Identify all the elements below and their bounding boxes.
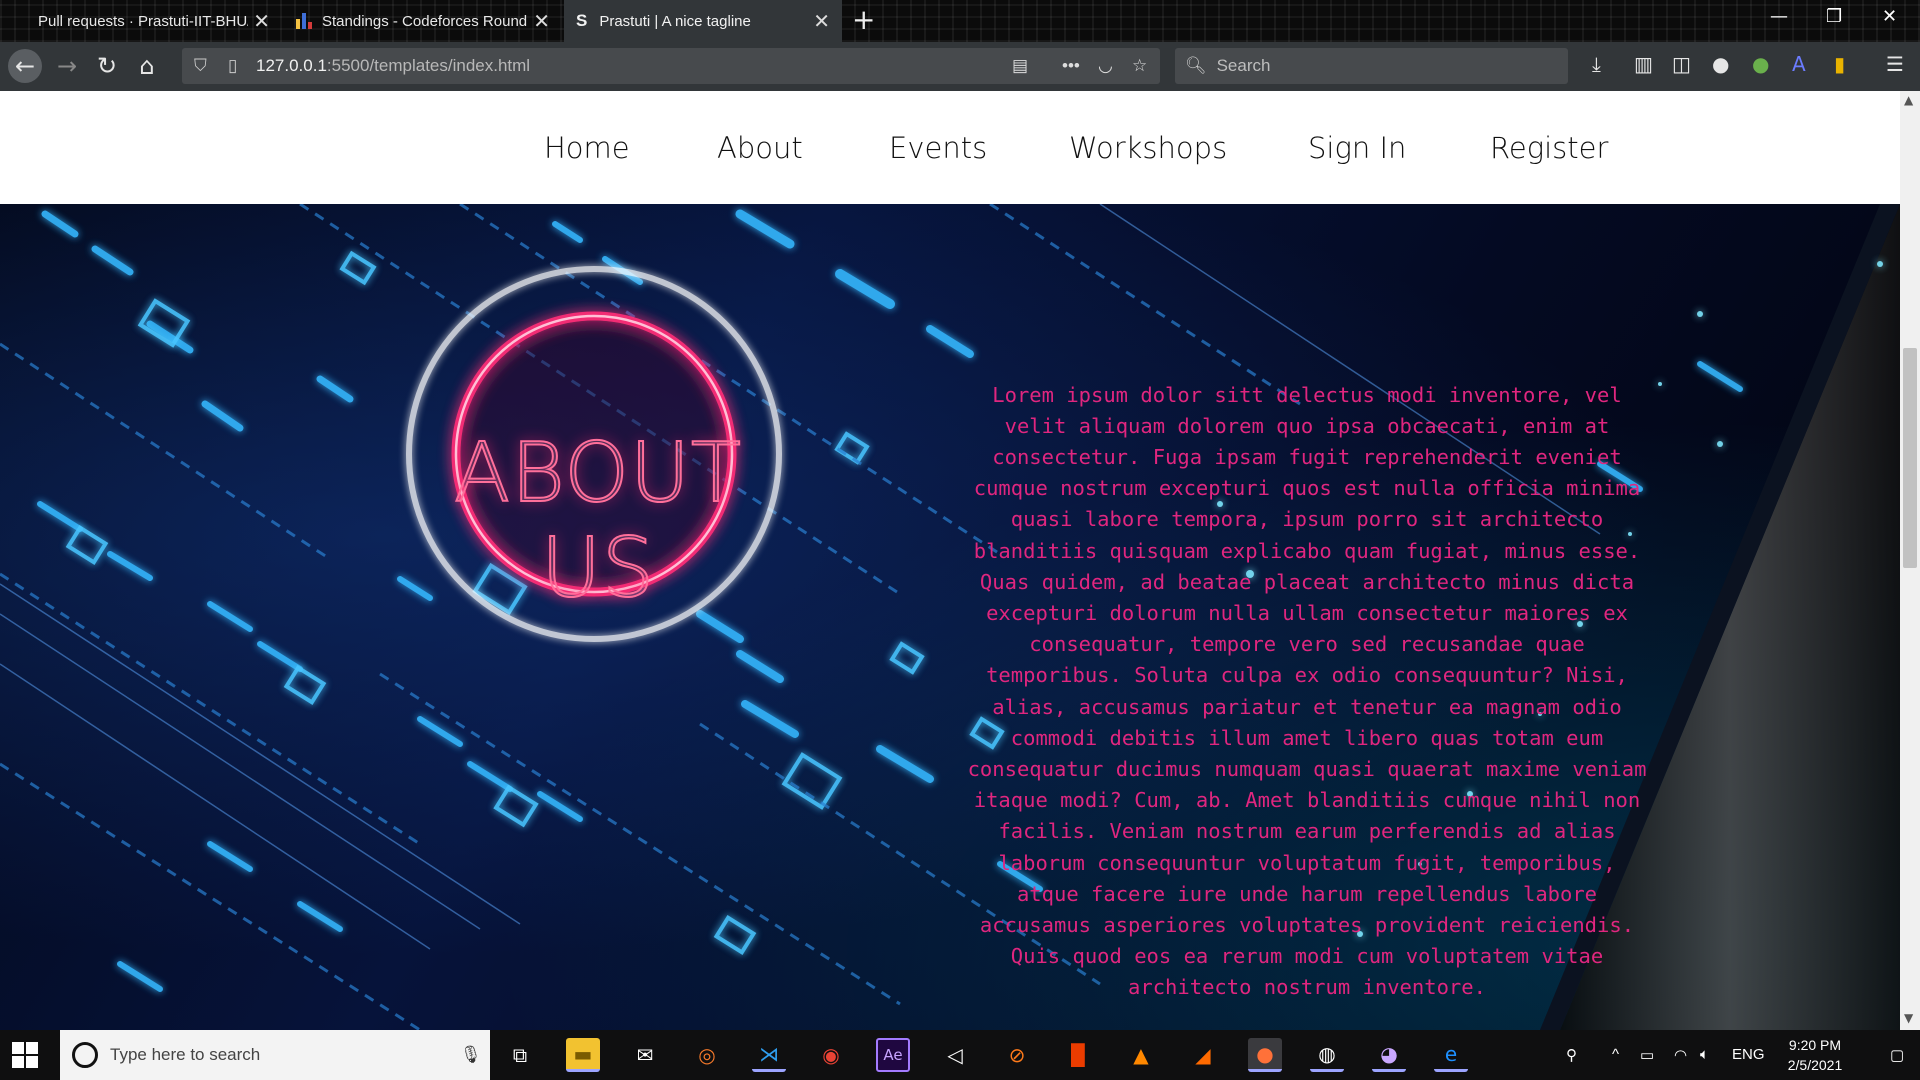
battery-icon[interactable]: ▭ xyxy=(1640,1046,1654,1064)
reader-view-icon[interactable]: ▤ xyxy=(1012,56,1028,76)
about-paragraph: Lorem ipsum dolor sitt delectus modi inv… xyxy=(967,382,1647,1000)
postman-icon[interactable]: ⊘ xyxy=(1000,1038,1034,1072)
blender-icon[interactable]: ◎ xyxy=(690,1038,724,1072)
taskbar-clock[interactable]: 9:20 PM 2/5/2021 xyxy=(1770,1035,1860,1075)
account-icon[interactable]: ● xyxy=(1712,52,1729,76)
library-icon[interactable]: ▥ xyxy=(1634,52,1653,76)
language-indicator[interactable]: ENG xyxy=(1732,1046,1765,1063)
codeforces-favicon-icon xyxy=(296,13,312,29)
mail-icon[interactable]: ✉ xyxy=(628,1038,662,1072)
restore-icon[interactable]: ❐ xyxy=(1826,6,1842,27)
site-header: Home About Events Workshops Sign In Regi… xyxy=(0,91,1900,204)
prastuti-favicon-icon: S xyxy=(576,11,588,30)
nav-home-link[interactable]: Home xyxy=(544,131,630,165)
vlc-icon[interactable]: ▲ xyxy=(1124,1038,1158,1072)
scroll-up-arrow-icon[interactable]: ▲ xyxy=(1904,93,1913,107)
vscode-icon[interactable]: ⋊ xyxy=(752,1038,786,1072)
close-icon[interactable]: ✕ xyxy=(813,9,830,34)
close-icon[interactable]: ✕ xyxy=(533,9,550,34)
tab-prastuti[interactable]: S Prastuti | A nice tagline ✕ xyxy=(564,0,842,42)
nav-events-link[interactable]: Events xyxy=(889,131,987,165)
scrollbar-thumb[interactable] xyxy=(1903,348,1917,568)
close-icon[interactable]: ✕ xyxy=(253,9,270,34)
url-path: :5500/templates/index.html xyxy=(326,56,531,75)
unity-icon[interactable]: ◁ xyxy=(938,1038,972,1072)
taskbar-search-input[interactable]: Type here to search 🎙︎ xyxy=(60,1030,490,1080)
about-section: ABOUT US Lorem ipsum dolor sitt delectus… xyxy=(0,204,1900,1030)
tab-pull-requests[interactable]: Pull requests · Prastuti-IIT-BHU/ ✕ xyxy=(26,0,282,42)
web-page: Home About Events Workshops Sign In Regi… xyxy=(0,91,1900,1030)
tab-title: Pull requests · Prastuti-IIT-BHU/ xyxy=(38,12,248,30)
browser-nav-bar: ← → ↻ ⌂ ⛉ ▯ 127.0.0.1:5500/templates/ind… xyxy=(0,42,1920,91)
tab-title: Prastuti | A nice tagline xyxy=(599,12,751,30)
nav-register-link[interactable]: Register xyxy=(1490,131,1608,165)
extension-icon[interactable]: ● xyxy=(1752,52,1769,76)
show-hidden-icons-chevron-icon[interactable]: ^ xyxy=(1612,1046,1619,1063)
file-explorer-icon[interactable]: ▬ xyxy=(566,1038,600,1072)
home-button[interactable]: ⌂ xyxy=(132,51,162,81)
wifi-icon[interactable]: ◠ xyxy=(1674,1046,1687,1064)
nav-workshops-link[interactable]: Workshops xyxy=(1069,131,1227,165)
edge-icon[interactable]: e xyxy=(1434,1038,1468,1072)
downloads-icon[interactable]: ⤓ xyxy=(1592,52,1601,76)
translate-icon[interactable]: A xyxy=(1792,52,1806,76)
people-icon[interactable]: ⚲ xyxy=(1566,1046,1577,1064)
task-view-icon[interactable]: ⧉ xyxy=(503,1038,537,1072)
forward-button[interactable]: → xyxy=(52,51,82,81)
after-effects-icon[interactable]: Ae xyxy=(876,1038,910,1072)
minimize-icon[interactable]: — xyxy=(1770,6,1788,27)
close-window-icon[interactable]: ✕ xyxy=(1882,6,1897,27)
windows-taskbar: Type here to search 🎙︎ ⧉ ▬ ✉ ◎ ⋊ ◉ Ae ◁ … xyxy=(0,1030,1920,1080)
more-actions-icon[interactable]: ••• xyxy=(1062,56,1080,76)
url-bar[interactable]: ⛉ ▯ 127.0.0.1:5500/templates/index.html … xyxy=(182,48,1160,84)
extension-flag-icon[interactable]: ▮ xyxy=(1834,52,1845,76)
nav-sign-in-link[interactable]: Sign In xyxy=(1308,131,1406,165)
back-button[interactable]: ← xyxy=(8,49,42,83)
volume-icon[interactable]: 🔈︎ xyxy=(1700,1046,1709,1063)
page-scrollbar[interactable]: ▲ ▼ xyxy=(1900,91,1920,1030)
pocket-icon[interactable]: ◡ xyxy=(1098,56,1113,76)
nav-about-link[interactable]: About xyxy=(717,131,803,165)
shield-icon: ⛉ xyxy=(194,56,207,75)
scroll-down-arrow-icon[interactable]: ▼ xyxy=(1904,1011,1913,1025)
windows-start-icon[interactable] xyxy=(12,1042,38,1068)
sidebar-icon[interactable]: ◫ xyxy=(1672,52,1691,76)
github-desktop-icon[interactable]: ◕ xyxy=(1372,1038,1406,1072)
matlab-icon[interactable]: ◢ xyxy=(1186,1038,1220,1072)
new-tab-button[interactable]: + xyxy=(852,6,875,34)
cortana-icon xyxy=(72,1042,98,1068)
clock-date: 2/5/2021 xyxy=(1787,1057,1843,1073)
firefox-icon[interactable]: ● xyxy=(1248,1038,1282,1072)
browser-tab-bar: Pull requests · Prastuti-IIT-BHU/ ✕ Stan… xyxy=(0,0,1920,42)
whatsapp-icon[interactable]: ◍ xyxy=(1310,1038,1344,1072)
search-placeholder: Search xyxy=(1216,56,1271,75)
notifications-icon[interactable]: ▢ xyxy=(1890,1046,1904,1064)
page-icon: ▯ xyxy=(228,56,238,75)
tab-title: Standings - Codeforces Round xyxy=(322,12,528,30)
microphone-icon[interactable]: 🎙︎ xyxy=(460,1045,482,1065)
search-input[interactable]: 🔍︎ Search xyxy=(1175,48,1568,84)
office-icon[interactable]: ▉ xyxy=(1062,1038,1096,1072)
clock-time: 9:20 PM xyxy=(1788,1037,1842,1053)
url-host: 127.0.0.1 xyxy=(256,56,327,75)
bookmark-star-icon[interactable]: ☆ xyxy=(1132,56,1147,76)
search-icon: 🔍︎ xyxy=(1185,56,1207,75)
menu-icon[interactable]: ☰ xyxy=(1886,52,1904,76)
reload-button[interactable]: ↻ xyxy=(92,51,122,81)
about-title: ABOUT US xyxy=(453,425,742,617)
taskbar-search-placeholder: Type here to search xyxy=(110,1045,261,1064)
chrome-icon[interactable]: ◉ xyxy=(814,1038,848,1072)
tab-standings[interactable]: Standings - Codeforces Round ✕ xyxy=(284,0,562,42)
